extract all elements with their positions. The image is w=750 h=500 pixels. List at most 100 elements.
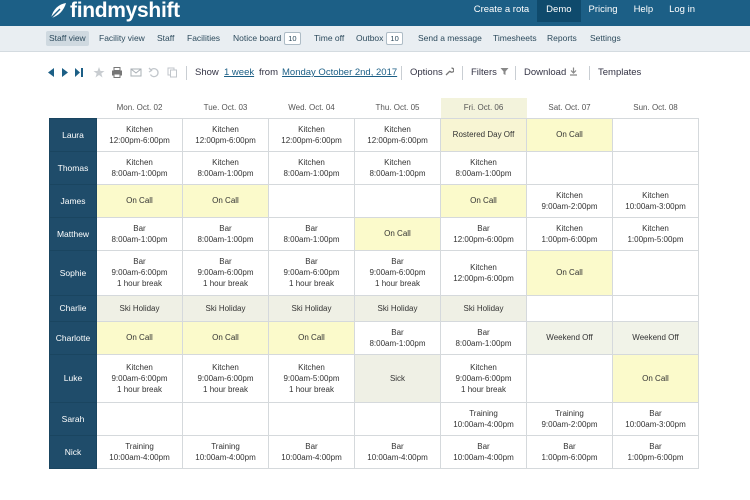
shift-cell[interactable]: Kitchen 12:00pm-6:00pm <box>440 249 527 296</box>
shift-cell[interactable]: On Call <box>182 183 269 218</box>
shift-cell[interactable]: Kitchen 12:00pm-6:00pm <box>182 117 269 152</box>
period-selector[interactable]: 1 week <box>224 66 254 80</box>
day-header[interactable]: Mon. Oct. 02 <box>97 98 183 118</box>
shift-cell[interactable]: Kitchen 12:00pm-6:00pm <box>354 117 441 152</box>
shift-cell[interactable]: Bar 9:00am-6:00pm 1 hour break <box>96 249 183 296</box>
topnav-pricing[interactable]: Pricing <box>581 0 626 22</box>
date-selector[interactable]: Monday October 2nd, 2017 <box>282 66 397 80</box>
star-icon[interactable] <box>93 66 105 79</box>
shift-cell[interactable]: On Call <box>354 216 441 251</box>
subnav-notice-board[interactable]: Notice board 10 <box>233 31 301 46</box>
shift-cell[interactable]: Bar 1:00pm-6:00pm <box>612 434 699 469</box>
shift-cell[interactable]: Kitchen 12:00pm-6:00pm <box>96 117 183 152</box>
empty-shift-cell[interactable] <box>526 150 613 185</box>
shift-cell[interactable]: Bar 10:00am-4:00pm <box>354 434 441 469</box>
shift-cell[interactable]: Weekend Off <box>526 320 613 355</box>
shift-cell[interactable]: Bar 12:00pm-6:00pm <box>440 216 527 251</box>
shift-cell[interactable]: On Call <box>526 117 613 152</box>
shift-cell[interactable]: Kitchen 8:00am-1:00pm <box>440 150 527 185</box>
employee-name[interactable]: Thomas <box>49 150 97 185</box>
day-header[interactable]: Wed. Oct. 04 <box>269 98 355 118</box>
shift-cell[interactable]: On Call <box>96 320 183 355</box>
shift-cell[interactable]: Bar 8:00am-1:00pm <box>440 320 527 355</box>
empty-shift-cell[interactable] <box>268 401 355 436</box>
shift-cell[interactable]: Kitchen 9:00am-6:00pm 1 hour break <box>440 353 527 403</box>
shift-cell[interactable]: Bar 8:00am-1:00pm <box>182 216 269 251</box>
shift-cell[interactable]: Bar 1:00pm-6:00pm <box>526 434 613 469</box>
employee-name[interactable]: Charlie <box>49 294 97 322</box>
shift-cell[interactable]: Kitchen 1:00pm-5:00pm <box>612 216 699 251</box>
shift-cell[interactable]: Kitchen 8:00am-1:00pm <box>182 150 269 185</box>
day-header[interactable]: Sun. Oct. 08 <box>613 98 699 118</box>
shift-cell[interactable]: On Call <box>440 183 527 218</box>
shift-cell[interactable]: Bar 9:00am-6:00pm 1 hour break <box>268 249 355 296</box>
logo[interactable]: findmyshift <box>48 0 180 22</box>
shift-cell[interactable]: Bar 9:00am-6:00pm 1 hour break <box>182 249 269 296</box>
empty-shift-cell[interactable] <box>268 183 355 218</box>
previous-icon[interactable] <box>45 66 57 79</box>
shift-cell[interactable]: Ski Holiday <box>268 294 355 322</box>
empty-shift-cell[interactable] <box>612 249 699 296</box>
shift-cell[interactable]: Kitchen 10:00am-3:00pm <box>612 183 699 218</box>
employee-name[interactable]: Nick <box>49 434 97 469</box>
day-header-today[interactable]: Fri. Oct. 06 <box>440 98 527 118</box>
download-button[interactable]: Download <box>524 66 578 80</box>
undo-icon[interactable] <box>148 66 160 79</box>
options-button[interactable]: Options <box>410 66 455 80</box>
topnav-create-rota[interactable]: Create a rota <box>466 0 537 22</box>
empty-shift-cell[interactable] <box>612 150 699 185</box>
employee-name[interactable]: Sophie <box>49 249 97 296</box>
subnav-settings[interactable]: Settings <box>590 31 621 46</box>
subnav-reports[interactable]: Reports <box>547 31 577 46</box>
employee-name[interactable]: Laura <box>49 117 97 152</box>
subnav-outbox[interactable]: Outbox 10 <box>356 31 403 46</box>
shift-cell[interactable]: Kitchen 8:00am-1:00pm <box>354 150 441 185</box>
day-header[interactable]: Tue. Oct. 03 <box>183 98 269 118</box>
subnav-send-message[interactable]: Send a message <box>418 31 482 46</box>
shift-cell[interactable]: Kitchen 9:00am-6:00pm 1 hour break <box>182 353 269 403</box>
shift-cell[interactable]: Training 9:00am-2:00pm <box>526 401 613 436</box>
subnav-facilities[interactable]: Facilities <box>187 31 220 46</box>
shift-cell[interactable]: On Call <box>96 183 183 218</box>
shift-cell[interactable]: On Call <box>526 249 613 296</box>
subnav-staff[interactable]: Staff <box>157 31 174 46</box>
shift-cell[interactable]: Kitchen 8:00am-1:00pm <box>268 150 355 185</box>
shift-cell[interactable]: Bar 10:00am-4:00pm <box>268 434 355 469</box>
shift-cell[interactable]: Kitchen 8:00am-1:00pm <box>96 150 183 185</box>
copy-icon[interactable] <box>166 66 178 79</box>
shift-cell[interactable]: Kitchen 9:00am-6:00pm 1 hour break <box>96 353 183 403</box>
day-header[interactable]: Thu. Oct. 05 <box>355 98 441 118</box>
day-header[interactable]: Sat. Oct. 07 <box>527 98 613 118</box>
shift-cell[interactable]: Rostered Day Off <box>440 117 527 152</box>
shift-cell[interactable]: Ski Holiday <box>440 294 527 322</box>
shift-cell[interactable]: Kitchen 9:00am-2:00pm <box>526 183 613 218</box>
shift-cell[interactable]: Bar 10:00am-3:00pm <box>612 401 699 436</box>
shift-cell[interactable]: On Call <box>182 320 269 355</box>
topnav-help[interactable]: Help <box>626 0 662 22</box>
empty-shift-cell[interactable] <box>182 401 269 436</box>
shift-cell[interactable]: Bar 10:00am-4:00pm <box>440 434 527 469</box>
empty-shift-cell[interactable] <box>354 183 441 218</box>
employee-name[interactable]: Matthew <box>49 216 97 251</box>
filters-button[interactable]: Filters <box>471 66 509 80</box>
shift-cell[interactable]: Sick <box>354 353 441 403</box>
shift-cell[interactable]: On Call <box>268 320 355 355</box>
email-icon[interactable] <box>130 66 142 79</box>
subnav-time-off[interactable]: Time off <box>314 31 344 46</box>
shift-cell[interactable]: On Call <box>612 353 699 403</box>
employee-name[interactable]: James <box>49 183 97 218</box>
last-icon[interactable] <box>73 66 85 79</box>
shift-cell[interactable]: Ski Holiday <box>96 294 183 322</box>
employee-name[interactable]: Charlotte <box>49 320 97 355</box>
shift-cell[interactable]: Kitchen 9:00am-5:00pm 1 hour break <box>268 353 355 403</box>
shift-cell[interactable]: Ski Holiday <box>182 294 269 322</box>
empty-shift-cell[interactable] <box>526 294 613 322</box>
shift-cell[interactable]: Bar 8:00am-1:00pm <box>268 216 355 251</box>
subnav-timesheets[interactable]: Timesheets <box>493 31 537 46</box>
shift-cell[interactable]: Bar 8:00am-1:00pm <box>96 216 183 251</box>
empty-shift-cell[interactable] <box>96 401 183 436</box>
shift-cell[interactable]: Kitchen 1:00pm-6:00pm <box>526 216 613 251</box>
shift-cell[interactable]: Bar 9:00am-6:00pm 1 hour break <box>354 249 441 296</box>
shift-cell[interactable]: Ski Holiday <box>354 294 441 322</box>
subnav-staff-view[interactable]: Staff view <box>46 31 89 46</box>
